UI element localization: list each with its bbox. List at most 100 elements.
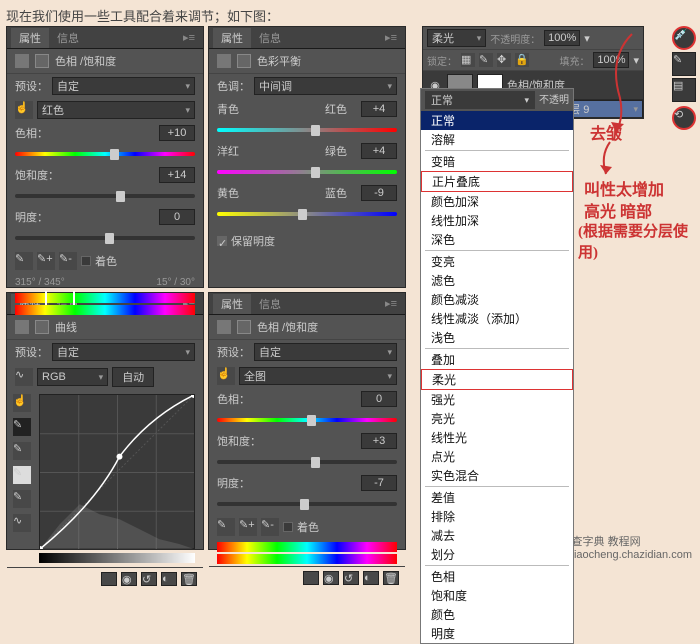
blend-option[interactable]: 线性减淡（添加） [421,309,573,328]
eyedropper-sub-icon[interactable]: ✎- [261,518,279,536]
colorize-checkbox[interactable] [283,522,293,532]
blend-option[interactable]: 线性加深 [421,211,573,230]
delete-icon[interactable]: 🗑 [181,572,197,586]
delete-icon[interactable]: 🗑 [383,571,399,585]
blend-option[interactable]: 明度 [421,624,573,643]
blend-option[interactable]: 颜色 [421,605,573,624]
blend-option[interactable]: 变亮 [421,252,573,271]
blend-option[interactable]: 深色 [421,230,573,249]
preset-select[interactable]: 自定 [52,343,195,361]
blend-option[interactable]: 差值 [421,488,573,507]
channel-select[interactable]: 全图 [239,367,397,385]
blend-option[interactable]: 实色混合 [421,466,573,485]
stamp-tool-icon[interactable]: ▤ [672,78,696,102]
hue-slider[interactable] [217,413,397,427]
gray-point-icon[interactable]: ✎ [13,442,31,460]
hue-range-bar[interactable] [15,293,195,303]
magenta-green-value[interactable]: +4 [361,143,397,159]
eyedropper-icon[interactable]: ✎ [15,252,33,270]
tone-select[interactable]: 中间调 [254,77,397,95]
tab-info[interactable]: 信息 [49,28,87,48]
blend-option[interactable]: 柔光 [421,369,573,390]
cyan-red-slider[interactable] [217,123,397,137]
light-value[interactable]: 0 [159,209,195,225]
eyedropper-sub-icon[interactable]: ✎- [59,252,77,270]
channel-select[interactable]: 红色 [37,101,195,119]
preserve-lum-checkbox[interactable]: ✓ [217,236,227,246]
opacity-value[interactable]: 100% [544,30,580,46]
curve-graph[interactable] [39,394,195,549]
colorize-checkbox[interactable] [81,256,91,266]
preset-select[interactable]: 自定 [52,77,195,95]
panel-menu-icon[interactable]: ▸≡ [381,297,401,310]
smooth-icon[interactable]: ∿ [13,514,31,532]
auto-button[interactable]: 自动 [112,367,154,387]
blend-option[interactable]: 减去 [421,526,573,545]
sat-value[interactable]: +14 [159,167,195,183]
eyedropper-add-icon[interactable]: ✎+ [239,518,257,536]
lock-pixels-icon[interactable]: ▦ [461,53,475,67]
opacity-arrow-icon[interactable]: ▾ [584,32,590,45]
clip-icon[interactable] [303,571,319,585]
reset-icon[interactable]: ↺ [343,571,359,585]
light-value[interactable]: -7 [361,475,397,491]
blend-option[interactable]: 正片叠底 [421,171,573,192]
white-point-icon[interactable]: ✎ [13,466,31,484]
tab-properties[interactable]: 属性 [11,28,49,48]
sat-slider[interactable] [217,455,397,469]
view-prev-icon[interactable]: ◉ [323,571,339,585]
clip-icon[interactable] [101,572,117,586]
lock-move-icon[interactable]: ✥ [497,53,511,67]
blend-mode-select[interactable]: 柔光 [427,29,486,47]
blend-option[interactable]: 溶解 [421,130,573,149]
hue-value[interactable]: +10 [159,125,195,141]
blend-head-select[interactable]: 正常 [425,91,535,109]
blend-option[interactable]: 滤色 [421,271,573,290]
blend-option[interactable]: 饱和度 [421,586,573,605]
eyedropper-add-icon[interactable]: ✎+ [37,252,55,270]
magenta-green-slider[interactable] [217,165,397,179]
blend-option[interactable]: 正常 [421,111,573,130]
target-icon[interactable]: ☝ [13,394,31,412]
panel-menu-icon[interactable]: ▸≡ [179,31,199,44]
blend-option[interactable]: 浅色 [421,328,573,347]
channel-select[interactable]: RGB [37,368,108,386]
brush-tool-icon[interactable]: ✎ [672,52,696,76]
hue-value[interactable]: 0 [361,391,397,407]
finger-icon[interactable]: ☝ [15,101,33,119]
blend-option[interactable]: 叠加 [421,350,573,369]
tab-properties[interactable]: 属性 [213,28,251,48]
blend-option[interactable]: 颜色减淡 [421,290,573,309]
hue-slider[interactable] [15,147,195,161]
light-slider[interactable] [217,497,397,511]
eyedropper-icon[interactable]: ✎ [217,518,235,536]
history-brush-tool-icon[interactable]: ⟲ [672,106,696,130]
preset-select[interactable]: 自定 [254,343,397,361]
finger-icon[interactable]: ☝ [217,367,235,385]
cyan-red-value[interactable]: +4 [361,101,397,117]
blend-option[interactable]: 亮光 [421,409,573,428]
blend-option[interactable]: 点光 [421,447,573,466]
blend-option[interactable]: 强光 [421,390,573,409]
blend-option[interactable]: 线性光 [421,428,573,447]
blend-option[interactable]: 颜色加深 [421,192,573,211]
yellow-blue-slider[interactable] [217,207,397,221]
reset-icon[interactable]: ↺ [141,572,157,586]
lock-all-icon[interactable]: 🔒 [515,53,529,67]
light-slider[interactable] [15,231,195,245]
yellow-blue-value[interactable]: -9 [361,185,397,201]
toggle-icon[interactable]: ◐ [363,571,379,585]
lock-paint-icon[interactable]: ✎ [479,53,493,67]
sat-value[interactable]: +3 [361,433,397,449]
panel-menu-icon[interactable]: ▸≡ [381,31,401,44]
view-prev-icon[interactable]: ◉ [121,572,137,586]
sat-slider[interactable] [15,189,195,203]
eyedropper-tool-icon[interactable]: 💉 [672,26,696,50]
pencil-icon[interactable]: ✎ [13,490,31,508]
toggle-icon[interactable]: ◐ [161,572,177,586]
point-icon[interactable]: ∿ [15,368,33,386]
black-point-icon[interactable]: ✎ [13,418,31,436]
tab-properties[interactable]: 属性 [213,294,251,314]
tab-info[interactable]: 信息 [251,294,289,314]
tab-info[interactable]: 信息 [251,28,289,48]
